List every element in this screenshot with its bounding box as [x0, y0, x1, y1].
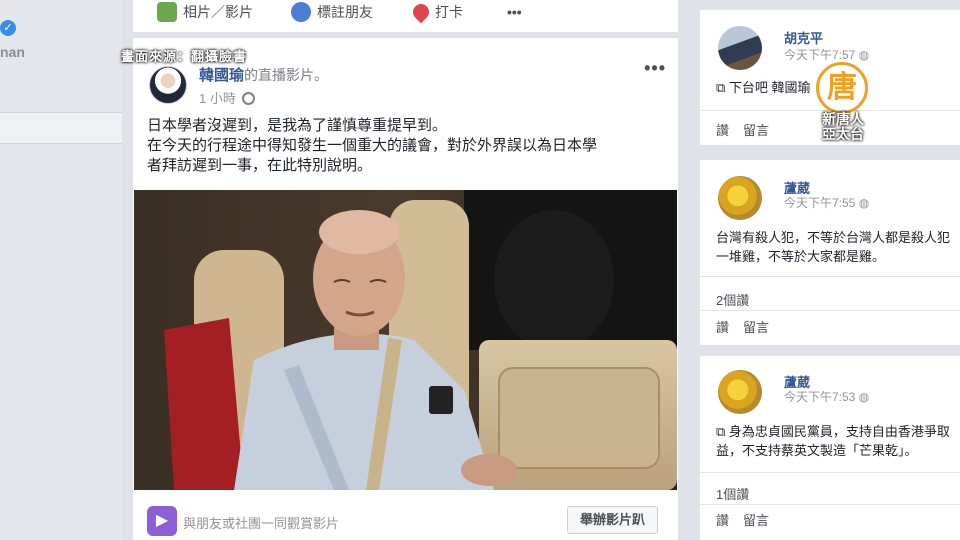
post-timestamp[interactable]: 1 小時 — [199, 88, 255, 107]
location-pin-icon — [409, 0, 433, 24]
author-avatar[interactable] — [149, 66, 187, 104]
post-text-line: 在今天的行程途中得知發生一個重大的議會，對於外界誤以為日本學 — [147, 137, 598, 154]
comment-text-value: 身為忠貞國民黨員，支持自由香港爭取 — [728, 424, 950, 439]
reply-button[interactable]: 留言 — [743, 320, 769, 335]
commenter-avatar[interactable] — [718, 26, 762, 70]
globe-icon — [241, 92, 255, 105]
left-profile-name[interactable]: nan — [0, 44, 25, 60]
logo-caption: 新唐人 亞太台 — [808, 112, 878, 142]
tag-friends-button[interactable]: 標註朋友 — [291, 0, 373, 24]
logo-line: 亞太台 — [822, 126, 864, 142]
comment-card: 蘆葳 今天下午7:55 ◍ 台灣有殺人犯，不等於台灣人都是殺人犯 一堆雞，不等於… — [700, 160, 960, 345]
comment-time-text: 今天下午7:57 — [784, 48, 856, 62]
watch-party-icon[interactable]: ▶ — [147, 506, 177, 536]
comment-time: 今天下午7:55 ◍ — [784, 194, 869, 211]
broadcaster-logo: 唐 新唐人 亞太台 — [808, 62, 878, 144]
reply-button[interactable]: 留言 — [743, 123, 769, 138]
globe-icon: ◍ — [858, 196, 870, 210]
verified-icon: ✓ — [0, 20, 16, 36]
post-time-text: 1 小時 — [199, 91, 236, 106]
photo-video-label: 相片／影片 — [183, 4, 253, 20]
photo-icon — [157, 2, 177, 22]
tag-friends-icon — [291, 2, 311, 22]
globe-icon: ◍ — [858, 390, 870, 404]
comment-time-text: 今天下午7:55 — [784, 196, 856, 210]
source-overlay-label: 畫面來源：翻攝臉書 — [121, 49, 248, 64]
comment-time-text: 今天下午7:53 — [784, 390, 856, 404]
comment-text-line: 一堆雞，不等於大家都是雞。 — [716, 249, 886, 264]
like-count[interactable]: 2個讚 — [716, 290, 749, 309]
video-frame — [134, 190, 677, 490]
tag-friends-label: 標註朋友 — [317, 4, 373, 20]
comment-card: 蘆葳 今天下午7:53 ◍ ⧉ 身為忠貞國民黨員，支持自由香港爭取 益，不支持蔡… — [700, 356, 960, 540]
like-button[interactable]: 讚 — [716, 123, 729, 138]
like-button[interactable]: 讚 — [716, 320, 729, 335]
like-button[interactable]: 讚 — [716, 513, 729, 528]
link-icon: ⧉ — [716, 80, 729, 95]
comment-text-line: 台灣有殺人犯，不等於台灣人都是殺人犯 — [716, 230, 951, 245]
photo-video-button[interactable]: 相片／影片 — [157, 0, 253, 24]
live-video-player[interactable] — [134, 190, 677, 490]
comment-text-line: ⧉ 身為忠貞國民黨員，支持自由香港爭取 — [716, 422, 960, 441]
comment-actions: 讚留言 — [716, 120, 783, 139]
divider — [700, 310, 960, 311]
comment-actions: 讚留言 — [716, 510, 783, 529]
post-card: 相片／影片 標註朋友 打卡 ••• 韓國瑜的直播影片。 1 小時 ••• 日本學… — [121, 0, 678, 540]
watch-with-friends-text[interactable]: 與朋友或社團一同觀賞影片 — [183, 513, 339, 532]
check-in-label: 打卡 — [435, 4, 463, 20]
composer-bar: 相片／影片 標註朋友 打卡 ••• — [133, 0, 678, 38]
comment-time: 今天下午7:57 ◍ — [784, 46, 869, 63]
comment-text: 台灣有殺人犯，不等於台灣人都是殺人犯 一堆雞，不等於大家都是雞。 — [716, 228, 960, 266]
post-author-name[interactable]: 韓國瑜 — [199, 67, 244, 84]
post-text-line: 日本學者沒遲到，是我為了謹慎尊重提早到。 — [147, 117, 448, 134]
commenter-avatar[interactable] — [718, 370, 762, 414]
left-column: ✓ nan — [0, 0, 122, 540]
commenter-avatar[interactable] — [718, 176, 762, 220]
globe-icon: ◍ — [858, 48, 870, 62]
comment-time: 今天下午7:53 ◍ — [784, 388, 869, 405]
post-header: 韓國瑜的直播影片。 — [199, 64, 328, 85]
post-type-label: 的直播影片。 — [244, 67, 329, 83]
check-in-button[interactable]: 打卡 — [409, 0, 463, 24]
reply-button[interactable]: 留言 — [743, 513, 769, 528]
screen: ✓ nan 相片／影片 標註朋友 打卡 ••• 韓國瑜的直播影片。 1 小時 •… — [0, 0, 960, 540]
left-panel-box — [0, 112, 122, 144]
like-count[interactable]: 1個讚 — [716, 484, 749, 503]
post: 韓國瑜的直播影片。 1 小時 ••• 日本學者沒遲到，是我為了謹慎尊重提早到。 … — [133, 44, 678, 540]
logo-line: 新唐人 — [822, 111, 864, 127]
post-text: 日本學者沒遲到，是我為了謹慎尊重提早到。 在今天的行程途中得知發生一個重大的議會… — [147, 116, 667, 176]
divider — [700, 504, 960, 505]
post-options-button[interactable]: ••• — [644, 58, 666, 79]
divider — [700, 276, 960, 277]
link-icon: ⧉ — [716, 424, 729, 439]
comment-text-line: 益，不支持蔡英文製造「芒果乾」。 — [716, 443, 918, 458]
commenter-name[interactable]: 胡克平 — [784, 28, 823, 47]
comment-text-value: 下台吧 韓國瑜 — [728, 80, 811, 95]
composer-more-button[interactable]: ••• — [507, 0, 522, 24]
comment-actions: 讚留言 — [716, 317, 783, 336]
share-row: ▶ 與朋友或社團一同觀賞影片 舉辦影片趴 — [133, 502, 678, 540]
host-watch-party-button[interactable]: 舉辦影片趴 — [566, 506, 658, 534]
post-text-line: 者拜訪遲到一事，在此特別說明。 — [147, 157, 373, 174]
divider — [700, 472, 960, 473]
logo-emblem: 唐 — [816, 62, 868, 114]
comment-text: ⧉ 身為忠貞國民黨員，支持自由香港爭取 益，不支持蔡英文製造「芒果乾」。 — [716, 422, 960, 460]
